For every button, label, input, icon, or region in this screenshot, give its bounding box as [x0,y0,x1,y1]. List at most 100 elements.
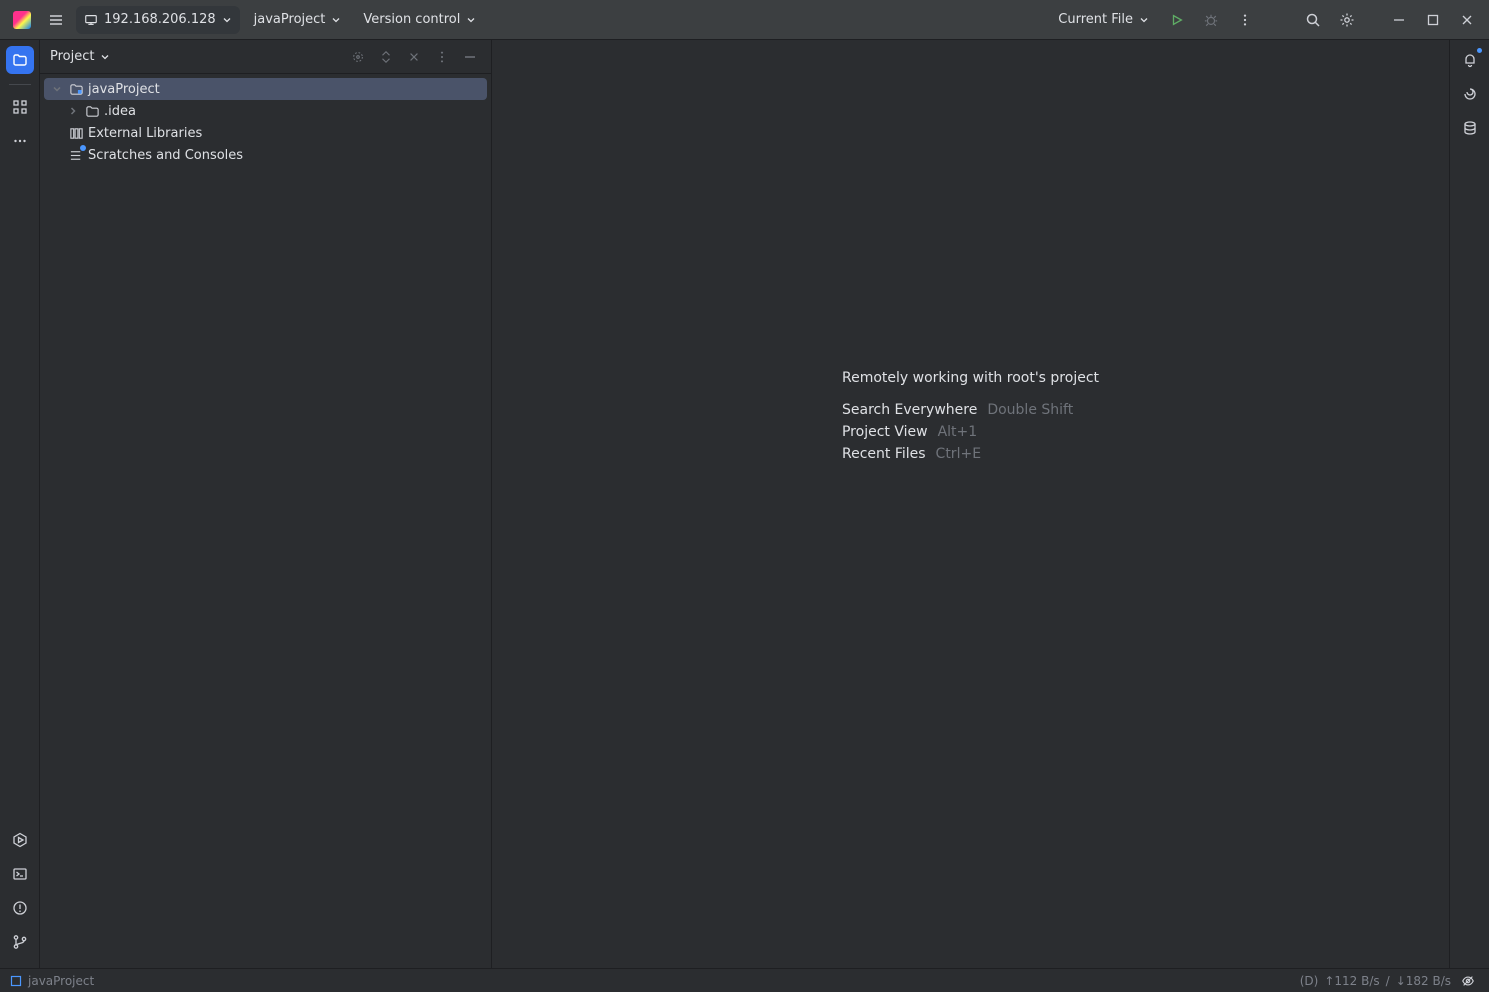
hint-label: Recent Files [842,446,926,462]
folder-icon [84,103,100,119]
collapse-all-button[interactable] [403,46,425,68]
vcs-menu-label: Version control [363,12,460,27]
title-bar: 192.168.206.128 javaProject Version cont… [0,0,1489,40]
chevron-down-icon [331,15,341,25]
status-net-up[interactable]: ↑112 B/s [1324,974,1379,988]
window-minimize-button[interactable] [1385,6,1413,34]
status-module-label[interactable]: javaProject [28,974,94,988]
settings-button[interactable] [1333,6,1361,34]
problems-tool-button[interactable] [6,894,34,922]
status-net-down[interactable]: ↓182 B/s [1396,974,1451,988]
chevron-down-icon [466,15,476,25]
warning-circle-icon [12,900,28,916]
tree-external-libs-label: External Libraries [88,126,202,141]
kebab-icon [435,50,449,64]
ai-assistant-button[interactable] [1456,80,1484,108]
editor-area: Remotely working with root's project Sea… [492,40,1449,968]
bug-icon [1204,13,1218,27]
tree-spacer [50,126,64,140]
chevron-down-icon[interactable] [100,52,110,62]
project-tool-title: Project [50,49,94,64]
git-branch-icon [12,934,28,950]
more-actions-button[interactable] [1231,6,1259,34]
status-net-sep: / [1386,974,1390,988]
remote-host-dropdown[interactable]: 192.168.206.128 [76,6,240,34]
main-menu-button[interactable] [42,6,70,34]
hint-recent-files[interactable]: Recent Files Ctrl+E [842,446,1099,462]
jetbrains-logo-icon [13,11,31,29]
database-tool-button[interactable] [1456,114,1484,142]
right-tool-strip [1449,40,1489,968]
target-icon [351,50,365,64]
hint-search-everywhere[interactable]: Search Everywhere Double Shift [842,402,1099,418]
swirl-icon [1462,86,1478,102]
select-opened-file-button[interactable] [347,46,369,68]
project-menu-label: javaProject [254,12,326,27]
tree-spacer [50,148,64,162]
structure-icon [12,99,28,115]
notifications-button[interactable] [1456,46,1484,74]
minimize-icon [463,50,477,64]
left-tool-strip [0,40,40,968]
expand-collapse-icon [379,50,393,64]
hint-label: Search Everywhere [842,402,977,418]
hide-panel-button[interactable] [459,46,481,68]
project-tool-panel: Project [40,40,492,968]
tree-external-libs-row[interactable]: External Libraries [44,122,487,144]
status-bar: javaProject (D) ↑112 B/s / ↓182 B/s [0,968,1489,992]
status-net-prefix: (D) [1300,974,1319,988]
app-logo[interactable] [8,6,36,34]
vcs-menu[interactable]: Version control [355,6,484,34]
folder-icon [12,52,28,68]
expand-collapse-button[interactable] [375,46,397,68]
search-button[interactable] [1299,6,1327,34]
hamburger-icon [48,12,64,28]
chevron-down-icon[interactable] [50,82,64,96]
scratches-icon [68,147,84,163]
minimize-icon [1392,13,1406,27]
close-icon [1460,13,1474,27]
terminal-icon [12,866,28,882]
bell-icon [1462,52,1478,68]
dots-icon [12,133,28,149]
panel-options-button[interactable] [431,46,453,68]
window-maximize-button[interactable] [1419,6,1447,34]
module-folder-icon [68,81,84,97]
status-indicator-button[interactable] [1457,971,1479,991]
terminal-tool-button[interactable] [6,860,34,888]
database-icon [1462,120,1478,136]
hint-label: Project View [842,424,928,440]
project-tool-button[interactable] [6,46,34,74]
debug-button[interactable] [1197,6,1225,34]
tree-scratches-label: Scratches and Consoles [88,148,243,163]
remote-host-label: 192.168.206.128 [104,12,216,27]
gear-icon [1339,12,1355,28]
services-tool-button[interactable] [6,826,34,854]
run-config-dropdown[interactable]: Current File [1050,6,1157,34]
chevron-down-icon [222,15,232,25]
close-icon [408,51,420,63]
run-button[interactable] [1163,6,1191,34]
tree-root-row[interactable]: javaProject [44,78,487,100]
structure-tool-button[interactable] [6,93,34,121]
hint-title: Remotely working with root's project [842,370,1099,386]
eye-off-icon [1461,974,1475,988]
window-close-button[interactable] [1453,6,1481,34]
remote-host-icon [84,13,98,27]
kebab-icon [1238,13,1252,27]
chevron-right-icon[interactable] [66,104,80,118]
hint-shortcut: Ctrl+E [936,446,982,462]
tree-idea-row[interactable]: .idea [44,100,487,122]
more-tools-button[interactable] [6,127,34,155]
project-tree[interactable]: javaProject .idea External Libraries [40,74,491,968]
tree-scratches-row[interactable]: Scratches and Consoles [44,144,487,166]
library-icon [68,125,84,141]
vcs-tool-button[interactable] [6,928,34,956]
module-icon [10,975,22,987]
main-body: Project [0,40,1489,968]
hint-shortcut: Double Shift [987,402,1073,418]
hint-project-view[interactable]: Project View Alt+1 [842,424,1099,440]
maximize-icon [1427,14,1439,26]
play-icon [1170,13,1184,27]
project-menu[interactable]: javaProject [246,6,350,34]
